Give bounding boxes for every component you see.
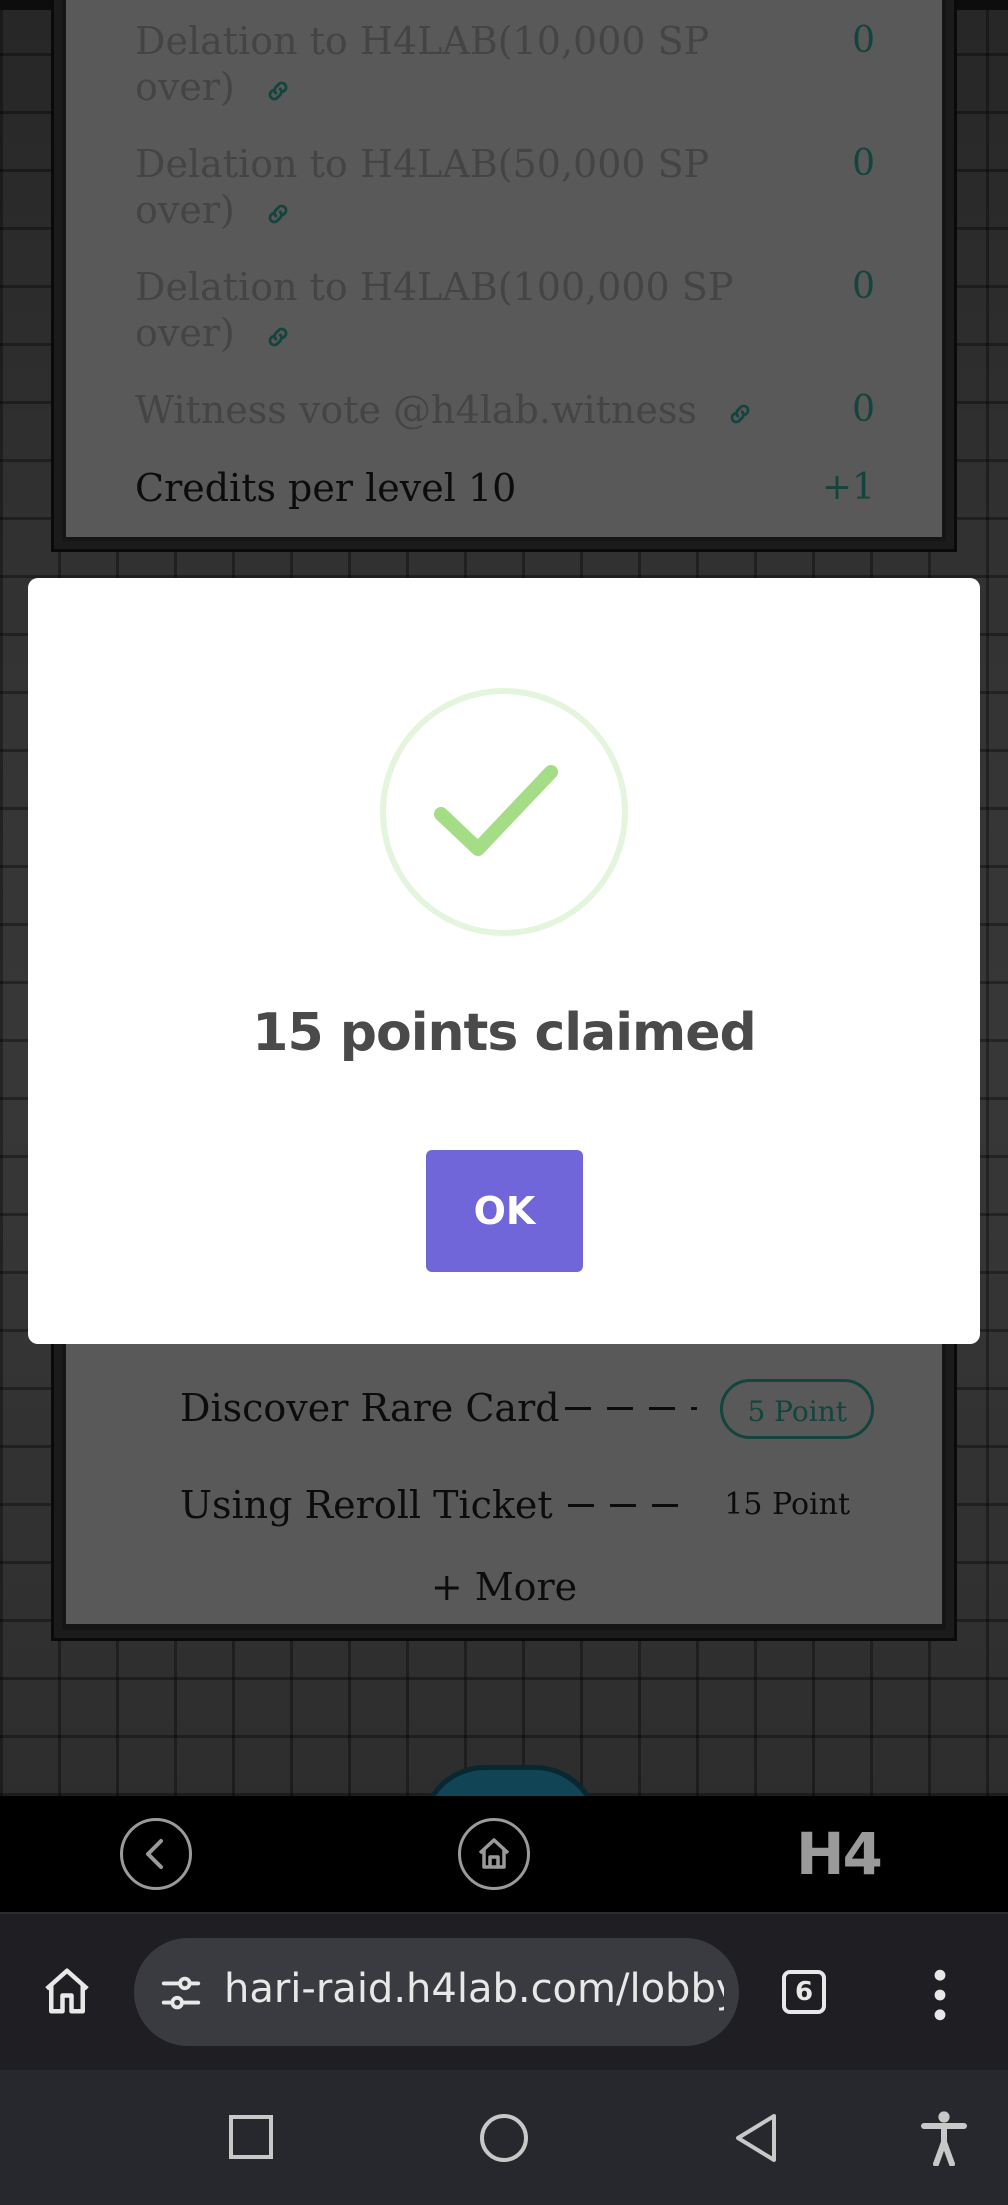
- system-back-icon[interactable]: [732, 2112, 780, 2164]
- dialog-title: 15 points claimed: [252, 1003, 756, 1063]
- home-icon[interactable]: [458, 1818, 530, 1890]
- browser-home-icon[interactable]: [40, 1964, 94, 2018]
- success-check-icon: [380, 688, 628, 936]
- address-bar[interactable]: hari-raid.h4lab.com/lobby: [134, 1938, 739, 2046]
- tab-switcher-button[interactable]: 6: [782, 1970, 826, 2014]
- url-text[interactable]: hari-raid.h4lab.com/lobby: [224, 1966, 724, 2012]
- site-settings-icon[interactable]: [158, 1970, 204, 2016]
- system-nav-bar: [0, 2070, 1008, 2205]
- system-home-icon[interactable]: [478, 2112, 530, 2164]
- accessibility-icon[interactable]: [920, 2110, 968, 2166]
- recents-icon[interactable]: [228, 2114, 274, 2160]
- back-icon[interactable]: [120, 1818, 192, 1890]
- ok-button[interactable]: OK: [426, 1150, 583, 1272]
- success-dialog: 15 points claimed OK: [28, 578, 980, 1344]
- browser-toolbar: hari-raid.h4lab.com/lobby 6: [0, 1912, 1008, 2072]
- game-nav-bar: H4: [0, 1796, 1008, 1912]
- more-menu-icon[interactable]: [930, 1968, 950, 2022]
- brand-logo[interactable]: H4: [796, 1820, 883, 1888]
